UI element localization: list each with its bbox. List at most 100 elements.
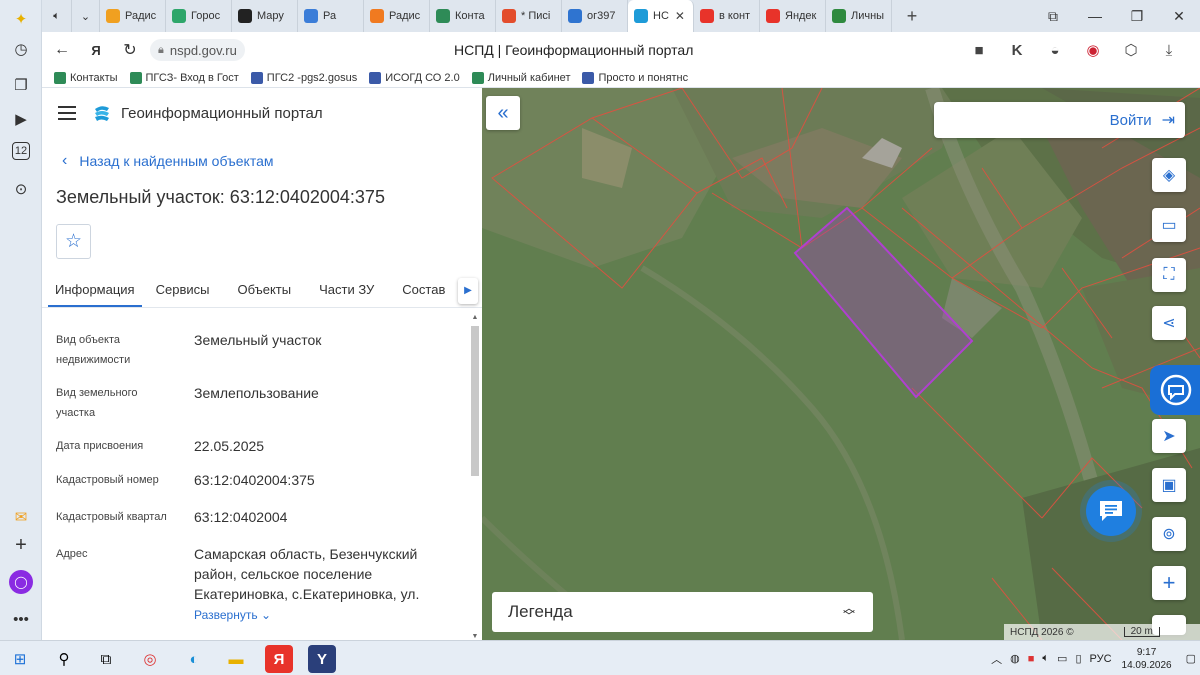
clock-icon[interactable]: ◷ (8, 36, 34, 62)
extension-k-icon[interactable]: K (998, 42, 1036, 59)
windows-start-icon[interactable]: ⊞ (6, 645, 34, 673)
clock[interactable]: 9:17 14.09.2026 (1122, 646, 1172, 672)
lock-icon: 🔒︎ (158, 43, 164, 56)
browser-tab[interactable]: Горос (166, 0, 232, 32)
puzzle-icon[interactable]: ⬡ (1112, 41, 1150, 59)
language-indicator[interactable]: РУС (1090, 653, 1112, 665)
tab-favicon-icon (370, 9, 384, 23)
volume-icon[interactable]: 🔈︎ (1042, 652, 1049, 665)
login-button[interactable]: Войти ⇥ (934, 102, 1185, 138)
tray-chevron-icon[interactable]: ︿ (991, 651, 1002, 667)
portal-logo-icon (95, 106, 109, 121)
scroll-up-icon[interactable]: ▲ (470, 314, 480, 321)
bookmark-item[interactable]: ПГС2 -pgs2.gosus (250, 71, 357, 84)
back-link[interactable]: ‹ Назад к найденным объектам (62, 152, 274, 170)
alice-icon[interactable]: ◯ (9, 570, 33, 594)
locate-button[interactable]: ➤ (1152, 419, 1186, 453)
explorer-icon[interactable]: ▬ (222, 645, 250, 673)
url-field[interactable]: 🔒︎ nspd.gov.ru (150, 39, 245, 61)
minimize-icon[interactable]: — (1074, 8, 1116, 24)
extension-shield-icon[interactable]: ◒ (1036, 42, 1074, 59)
tabs-next-button[interactable]: ▶ (458, 278, 478, 304)
plus-icon[interactable]: + (8, 532, 34, 558)
reload-icon[interactable]: ↻ (116, 40, 144, 60)
browser-tab[interactable]: в конт (694, 0, 760, 32)
select-area-icon: ⛶ (1163, 266, 1175, 283)
edge-icon[interactable]: ◐ (180, 645, 208, 673)
chat-button[interactable] (1086, 486, 1136, 536)
back-arrow-icon[interactable]: ← (48, 41, 76, 59)
chevron-left-icon: ‹ (62, 152, 68, 169)
tab-list-button[interactable]: ⌄ (72, 0, 100, 32)
task-view-icon[interactable]: ⧉ (92, 645, 120, 673)
zoom-in-button[interactable]: + (1152, 566, 1186, 600)
yandex-browser-icon[interactable]: Y (308, 645, 336, 673)
maximize-icon[interactable]: ❐ (1116, 8, 1158, 25)
tab-services[interactable]: Сервисы (142, 282, 224, 307)
tab-composition[interactable]: Состав (388, 282, 459, 307)
layers-button[interactable]: ◈ (1152, 158, 1186, 192)
collections-icon[interactable]: ❐ (8, 72, 34, 98)
browser-tab[interactable]: Мару (232, 0, 298, 32)
calendar-icon[interactable]: 12 (12, 142, 30, 160)
tray-app-icon[interactable]: ◍ (1010, 652, 1020, 665)
expand-link[interactable]: Развернуть ⌄ (194, 608, 271, 622)
sparkle-icon[interactable]: ✦ (8, 6, 34, 32)
bookmark-item[interactable]: Просто и понятнс (582, 71, 688, 84)
favorite-star-button[interactable]: ☆ (56, 224, 91, 259)
legend-dropdown[interactable]: Легенда ︿ ﹀ (492, 592, 873, 632)
bookmark-item[interactable]: Личный кабинет (471, 71, 570, 84)
battery-icon[interactable]: ▯ (1075, 652, 1081, 665)
map-view[interactable]: « Войти ⇥ ◈ ▭ ⛶ ⋖ ➤ ▣ ⊚ + Легенда ︿ ﹀ НС… (482, 88, 1200, 640)
yandex-home-icon[interactable]: Я (82, 43, 110, 58)
bookmark-icon[interactable]: ■ (960, 42, 998, 59)
download-icon[interactable]: ⤓ (1150, 42, 1188, 59)
browser-tab[interactable]: Радис (100, 0, 166, 32)
info-panel: Геоинформационный портал ‹ Назад к найде… (42, 88, 482, 640)
menu-icon[interactable] (58, 106, 76, 120)
extension-target-icon[interactable]: ◉ (1074, 41, 1112, 59)
tab-information[interactable]: Информация (48, 282, 142, 307)
browser-tab[interactable]: Ра (298, 0, 364, 32)
mail-icon[interactable]: ✉ (8, 504, 34, 530)
notifications-icon[interactable]: ▢ (1186, 652, 1196, 665)
frame-button[interactable]: ▣ (1152, 468, 1186, 502)
new-tab-button[interactable]: + (900, 6, 924, 27)
collapse-panel-button[interactable]: « (486, 96, 520, 130)
select-area-button[interactable]: ⛶ (1152, 258, 1186, 292)
bookmark-favicon-icon (129, 71, 142, 84)
scrollbar-thumb[interactable] (471, 326, 479, 476)
panel-scrollbar[interactable]: ▲ ▼ (470, 314, 480, 640)
browser-tab[interactable]: Личны (826, 0, 892, 32)
tab-parts[interactable]: Части ЗУ (305, 282, 388, 307)
bookmark-item[interactable]: ПГСЗ- Вход в Гост (129, 71, 239, 84)
browser-tab[interactable]: ог397 (562, 0, 628, 32)
geo-search-button[interactable]: ⊚ (1152, 517, 1186, 551)
window-restore-icon[interactable]: ⧉ (1032, 8, 1074, 25)
tab-objects[interactable]: Объекты (223, 282, 305, 307)
scroll-down-icon[interactable]: ▼ (470, 633, 480, 640)
ruler-button[interactable]: ▭ (1152, 208, 1186, 242)
video-icon[interactable]: ▶ (8, 106, 34, 132)
frame-icon: ▣ (1161, 477, 1177, 494)
browser-tab[interactable]: Конта (430, 0, 496, 32)
speaker-icon[interactable]: 🔈︎ (42, 0, 72, 32)
close-window-icon[interactable]: ✕ (1158, 8, 1200, 25)
search-icon[interactable]: ⚲ (50, 645, 78, 673)
more-icon[interactable]: ••• (8, 606, 34, 632)
yandex-icon[interactable]: Я (265, 645, 293, 673)
browser-tab[interactable]: * Писі (496, 0, 562, 32)
screenshot-icon[interactable]: ⊙ (8, 176, 34, 202)
scale-bar: 20 m (1123, 627, 1160, 637)
close-tab-icon[interactable]: ✕ (675, 9, 685, 23)
bookmark-item[interactable]: ИСОГД СО 2.0 (369, 71, 460, 84)
browser-tab[interactable]: НС ✕ (628, 0, 694, 32)
feedback-tab[interactable] (1150, 365, 1200, 415)
browser-tab[interactable]: Яндек (760, 0, 826, 32)
tray-flag-icon[interactable]: ■ (1028, 653, 1035, 665)
bookmark-item[interactable]: Контакты (54, 71, 118, 84)
network-icon[interactable]: ▭ (1057, 652, 1067, 665)
share-button[interactable]: ⋖ (1152, 306, 1186, 340)
browser-tab[interactable]: Радис (364, 0, 430, 32)
chrome-icon[interactable]: ◎ (136, 645, 164, 673)
